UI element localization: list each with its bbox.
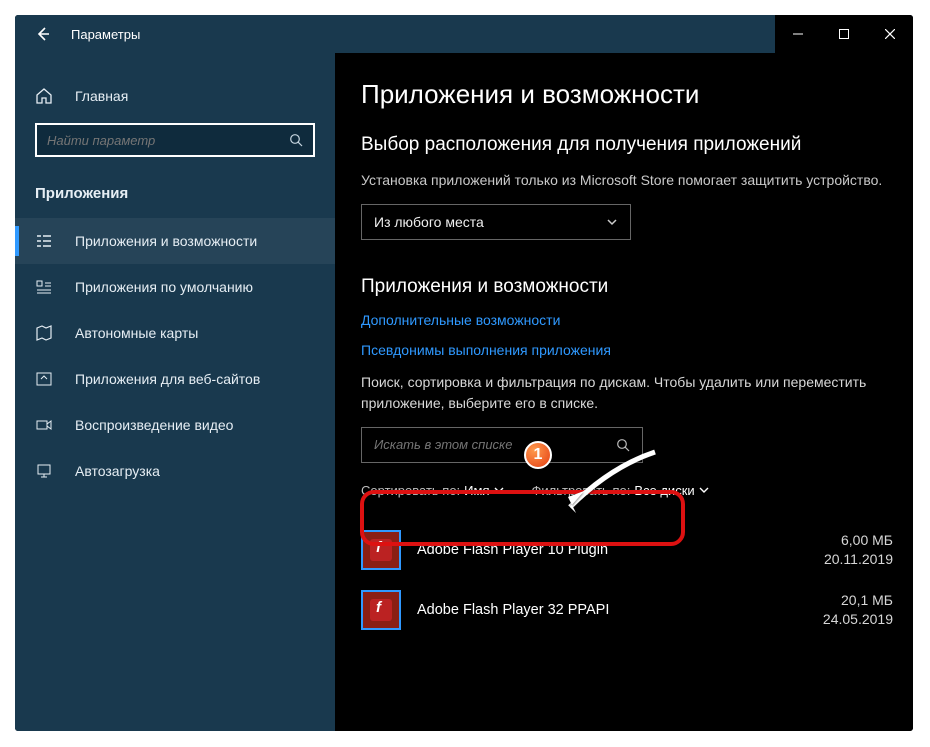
app-meta: 6,00 МБ 20.11.2019	[824, 531, 893, 569]
sort-value: Имя	[464, 483, 489, 498]
close-button[interactable]	[867, 15, 913, 53]
app-row[interactable]: Adobe Flash Player 10 Plugin 6,00 МБ 20.…	[361, 520, 893, 580]
source-dropdown[interactable]: Из любого места	[361, 204, 631, 240]
window-controls	[775, 15, 913, 53]
startup-icon	[35, 462, 75, 480]
titlebar: Параметры	[15, 15, 913, 53]
app-list: Adobe Flash Player 10 Plugin 6,00 МБ 20.…	[361, 520, 893, 640]
app-name: Adobe Flash Player 32 PPAPI	[417, 602, 823, 618]
home-label: Главная	[75, 88, 128, 104]
nav-video-playback[interactable]: Воспроизведение видео	[15, 402, 335, 448]
filter-value: Все диски	[634, 483, 694, 498]
flash-icon	[370, 599, 392, 621]
app-date: 20.11.2019	[824, 550, 893, 569]
sidebar-search-input[interactable]	[47, 133, 289, 148]
app-date: 24.05.2019	[823, 610, 893, 629]
maximize-icon	[839, 29, 849, 39]
nav-label: Приложения по умолчанию	[75, 279, 253, 295]
filter-label: Фильтровать по:	[532, 483, 631, 498]
chevron-down-icon	[699, 485, 709, 495]
app-icon	[361, 590, 401, 630]
nav-apps-websites[interactable]: Приложения для веб-сайтов	[15, 356, 335, 402]
minimize-button[interactable]	[775, 15, 821, 53]
nav-label: Автозагрузка	[75, 463, 160, 479]
apps-heading: Приложения и возможности	[361, 276, 893, 298]
video-playback-icon	[35, 416, 75, 434]
nav-offline-maps[interactable]: Автономные карты	[15, 310, 335, 356]
app-list-search[interactable]	[361, 427, 643, 463]
home-link[interactable]: Главная	[15, 75, 335, 117]
nav-label: Приложения для веб-сайтов	[75, 371, 260, 387]
source-heading: Выбор расположения для получения приложе…	[361, 134, 893, 156]
app-meta: 20,1 МБ 24.05.2019	[823, 591, 893, 629]
nav-label: Автономные карты	[75, 325, 198, 341]
back-arrow-icon	[35, 26, 51, 42]
minimize-icon	[793, 29, 803, 39]
main-panel: Приложения и возможности Выбор расположе…	[335, 53, 913, 731]
link-optional-features[interactable]: Дополнительные возможности	[361, 312, 893, 328]
app-name: Adobe Flash Player 10 Plugin	[417, 542, 824, 558]
chevron-down-icon	[494, 485, 504, 495]
search-icon	[289, 133, 303, 147]
offline-maps-icon	[35, 324, 75, 342]
window-title: Параметры	[71, 27, 140, 42]
flash-icon	[370, 539, 392, 561]
sort-label: Сортировать по:	[361, 483, 460, 498]
sidebar-search[interactable]	[35, 123, 315, 157]
source-value: Из любого места	[374, 214, 484, 230]
sidebar: Главная Приложения	[15, 53, 335, 731]
home-icon	[35, 87, 75, 105]
nav-default-apps[interactable]: Приложения по умолчанию	[15, 264, 335, 310]
apps-features-icon	[35, 232, 75, 250]
list-description: Поиск, сортировка и фильтрация по дискам…	[361, 372, 893, 413]
app-size: 6,00 МБ	[824, 531, 893, 550]
nav-list: Приложения и возможности Приложения по у…	[15, 212, 335, 494]
default-apps-icon	[35, 278, 75, 296]
filter-dropdown[interactable]: Фильтровать по: Все диски	[532, 483, 709, 498]
sort-dropdown[interactable]: Сортировать по: Имя	[361, 483, 504, 498]
app-row[interactable]: Adobe Flash Player 32 PPAPI 20,1 МБ 24.0…	[361, 580, 893, 640]
page-title: Приложения и возможности	[361, 79, 893, 110]
settings-window: Параметры Главная	[15, 15, 913, 731]
nav-label: Воспроизведение видео	[75, 417, 233, 433]
search-icon	[616, 438, 630, 452]
link-execution-aliases[interactable]: Псевдонимы выполнения приложения	[361, 342, 893, 358]
back-button[interactable]	[29, 26, 57, 42]
maximize-button[interactable]	[821, 15, 867, 53]
source-description: Установка приложений только из Microsoft…	[361, 170, 893, 190]
app-icon	[361, 530, 401, 570]
list-filters: Сортировать по: Имя Фильтровать по: Все …	[361, 483, 893, 498]
app-size: 20,1 МБ	[823, 591, 893, 610]
app-list-search-input[interactable]	[374, 437, 616, 452]
nav-apps-features[interactable]: Приложения и возможности	[15, 218, 335, 264]
sidebar-category: Приложения	[15, 171, 335, 212]
sidebar-search-wrap	[15, 117, 335, 171]
chevron-down-icon	[606, 216, 618, 228]
close-icon	[885, 29, 895, 39]
nav-startup[interactable]: Автозагрузка	[15, 448, 335, 494]
nav-label: Приложения и возможности	[75, 233, 257, 249]
apps-websites-icon	[35, 370, 75, 388]
